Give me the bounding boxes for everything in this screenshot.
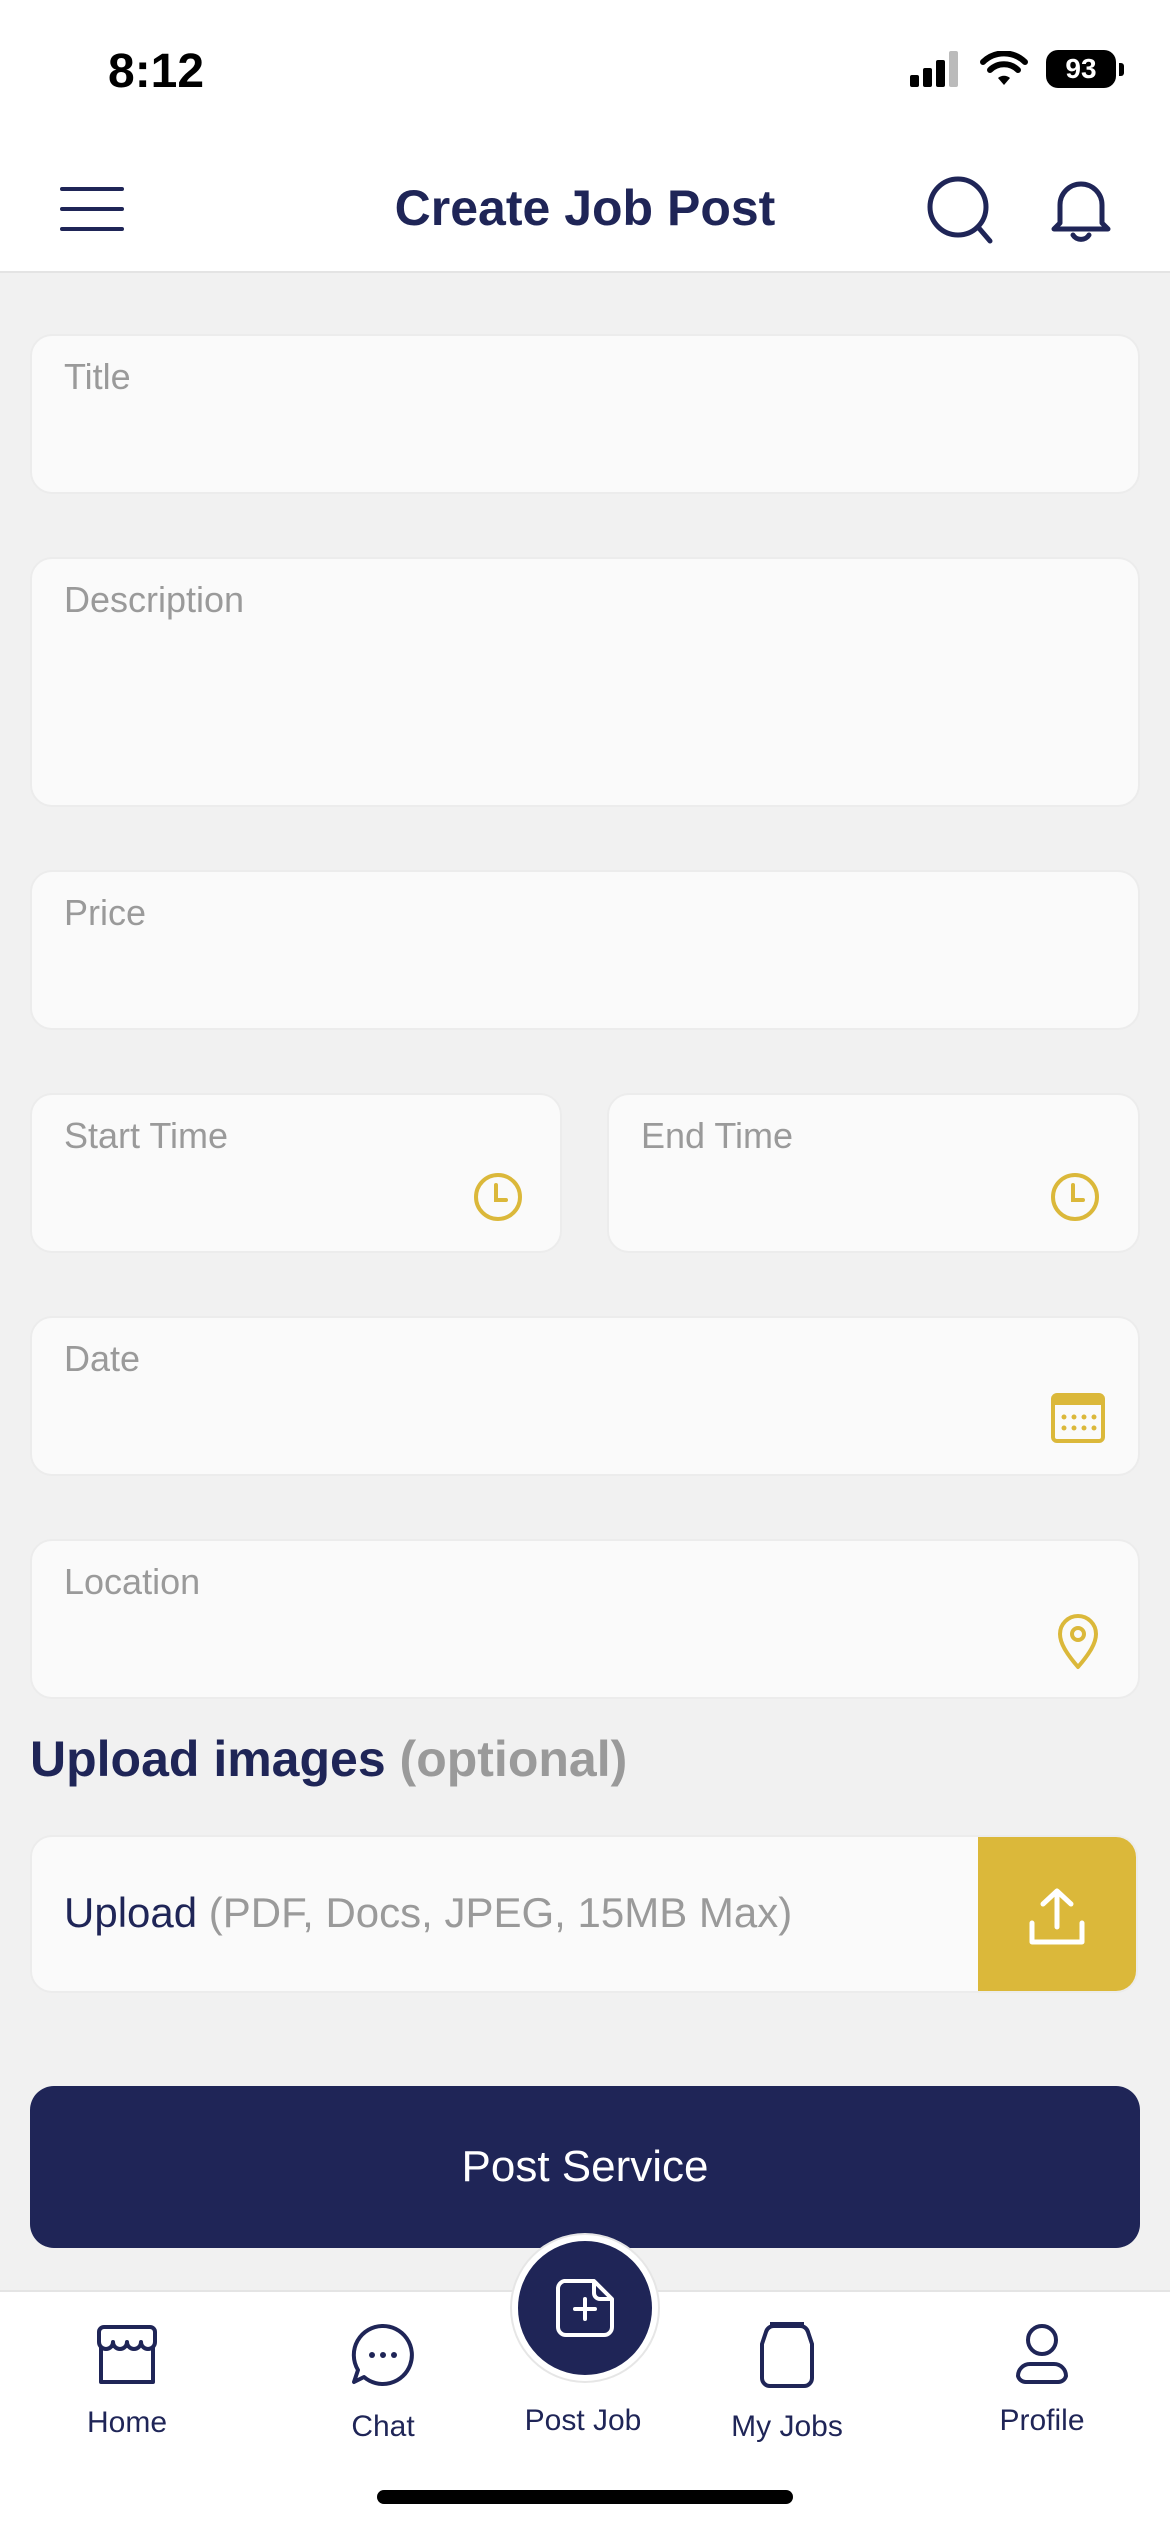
nav-my-jobs[interactable]: My Jobs [697,2292,877,2452]
end-time-placeholder: End Time [641,1115,794,1156]
upload-section-title: Upload images (optional) [30,1730,627,1788]
nav-profile-label: Profile [999,2404,1085,2437]
search-icon [927,176,993,244]
status-bar: 8:12 93 [0,0,1170,145]
description-field[interactable]: Description [30,557,1140,807]
status-time: 8:12 [108,45,205,98]
notifications-button[interactable] [1048,171,1114,247]
nav-profile[interactable]: Profile [952,2292,1132,2452]
upload-field[interactable]: Upload (PDF, Docs, JPEG, 15MB Max) [30,1835,1138,1993]
nav-chat[interactable]: Chat [293,2292,473,2452]
upload-button[interactable] [978,1837,1136,1991]
upload-label: Upload [64,1889,198,1936]
profile-icon [1016,2324,1068,2384]
wifi-icon [980,51,1028,85]
home-indicator [377,2490,793,2504]
upload-hint: (PDF, Docs, JPEG, 15MB Max) [208,1889,793,1936]
add-document-icon [556,2279,614,2337]
upload-title: Upload images [30,1731,386,1787]
nav-home[interactable]: Home [37,2292,217,2452]
bell-icon [1051,181,1111,242]
post-service-button[interactable]: Post Service [30,2086,1140,2248]
price-field[interactable]: Price [30,870,1140,1030]
search-button[interactable] [926,171,996,247]
nav-my-jobs-label: My Jobs [731,2410,843,2443]
nav-post-job-label: Post Job [524,2404,642,2437]
chat-bubble-icon [351,2323,414,2386]
date-placeholder: Date [64,1338,141,1379]
title-placeholder: Title [64,356,131,397]
signal-icon [910,51,958,87]
app-header: Create Job Post [0,145,1170,273]
nav-chat-label: Chat [351,2410,415,2443]
date-field[interactable]: Date [30,1316,1140,1476]
calendar-icon [1051,1393,1105,1443]
upload-optional-label: (optional) [399,1731,628,1787]
shop-icon [97,2325,157,2384]
title-field[interactable]: Title [30,334,1140,494]
location-placeholder: Location [64,1561,201,1602]
clock-icon [1051,1173,1099,1221]
battery-indicator: 93 [1046,50,1124,88]
upload-icon [1029,1888,1085,1945]
nav-home-label: Home [86,2406,168,2439]
jobs-jar-icon [760,2322,814,2388]
start-time-field[interactable]: Start Time [30,1093,562,1253]
start-time-placeholder: Start Time [64,1115,229,1156]
location-pin-icon [1058,1614,1098,1669]
end-time-field[interactable]: End Time [607,1093,1140,1253]
description-placeholder: Description [64,579,245,620]
price-placeholder: Price [64,892,147,933]
clock-icon [474,1173,522,1221]
status-icons: 93 [910,50,1124,88]
post-job-fab[interactable] [512,2235,658,2381]
location-field[interactable]: Location [30,1539,1140,1699]
upload-text: Upload (PDF, Docs, JPEG, 15MB Max) [64,1889,792,1937]
